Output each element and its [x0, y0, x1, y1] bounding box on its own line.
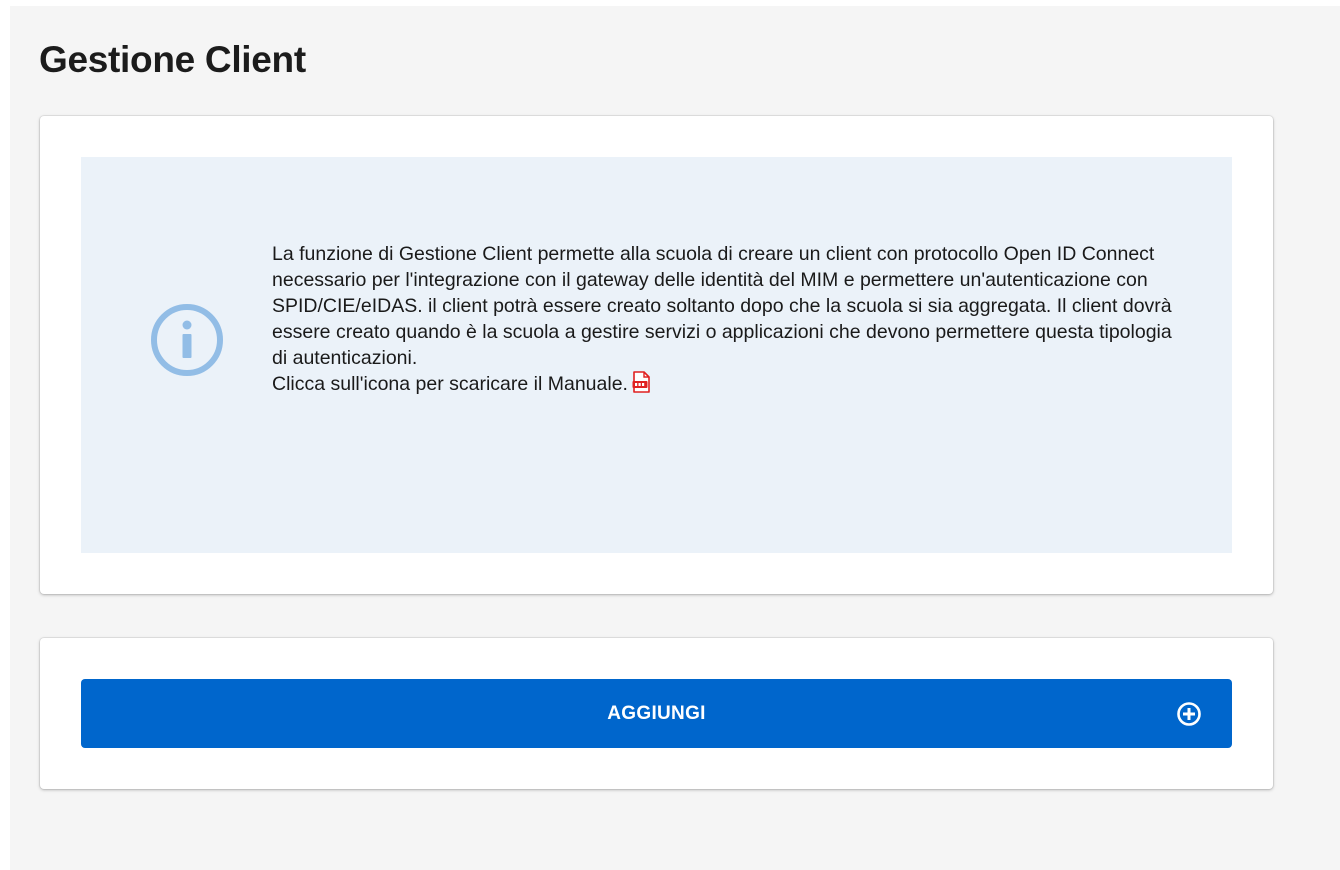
info-description: La funzione di Gestione Client permette … [272, 243, 1172, 369]
info-card: La funzione di Gestione Client permette … [40, 116, 1273, 594]
page-container: Gestione Client La funzione di Gestione … [10, 6, 1340, 870]
actions-card: AGGIUNGI [40, 638, 1273, 789]
plus-circle-icon [1177, 702, 1201, 726]
info-panel: La funzione di Gestione Client permette … [81, 157, 1232, 553]
add-button[interactable]: AGGIUNGI [81, 679, 1232, 748]
manual-download-line: Clicca sull'icona per scaricare il Manua… [272, 371, 1192, 397]
page-title: Gestione Client [39, 39, 306, 80]
add-button-label: AGGIUNGI [607, 703, 706, 724]
pdf-file-icon[interactable] [632, 371, 650, 393]
info-text: La funzione di Gestione Client permette … [272, 241, 1192, 397]
manual-download-text: Clicca sull'icona per scaricare il Manua… [272, 373, 628, 395]
info-circle-icon [151, 304, 223, 376]
